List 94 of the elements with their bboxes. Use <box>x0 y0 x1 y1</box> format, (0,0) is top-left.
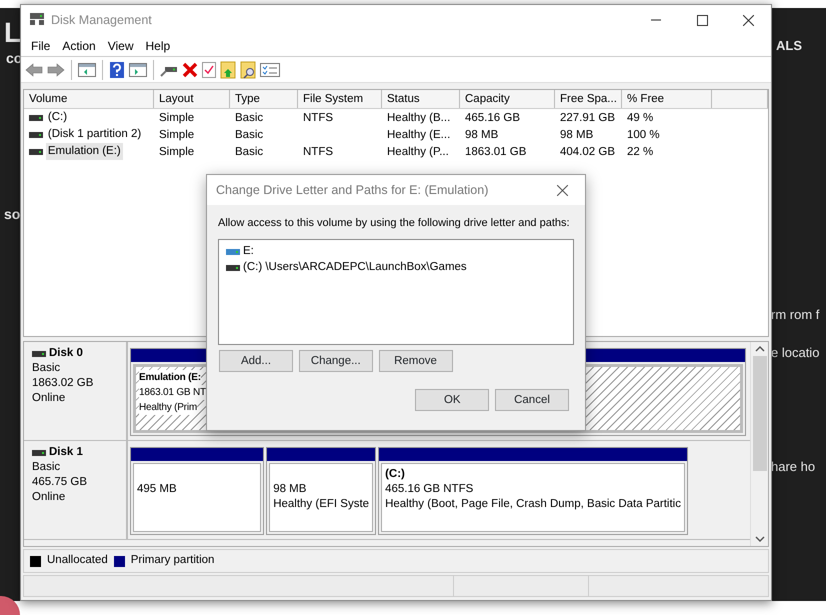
table-cell: Simple <box>159 112 194 124</box>
menu-item[interactable]: File <box>25 36 56 54</box>
table-cell[interactable]: (Disk 1 partition 2) <box>46 126 144 144</box>
table-cell: Basic <box>235 146 264 158</box>
column-header[interactable]: Free Spa... <box>555 90 622 108</box>
legend-label: Unallocated <box>47 553 108 568</box>
window-title: Disk Management <box>51 12 152 29</box>
table-cell[interactable]: Emulation (E:) <box>46 142 123 160</box>
background-text: L <box>4 16 22 50</box>
column-header[interactable]: Volume <box>24 90 154 108</box>
dialog-title: Change Drive Letter and Paths for E: (Emulation) <box>216 182 490 199</box>
prompt-text: Allow access to this volume by using the following drive letter and paths: <box>218 216 571 231</box>
column-header[interactable]: Status <box>382 90 460 108</box>
column-header[interactable]: Layout <box>154 90 230 108</box>
dialog-button[interactable]: Remove <box>378 350 452 372</box>
background-text: ALS <box>776 37 802 55</box>
table-cell: 100 % <box>627 129 660 141</box>
column-header[interactable]: File System <box>298 90 382 108</box>
table-cell: NTFS <box>303 146 334 158</box>
partition-text: Healthy (Prim <box>139 400 197 415</box>
app-icon <box>29 12 45 26</box>
disk-info-text: Online <box>32 391 66 406</box>
disk-info-text: 465.75 GB <box>32 475 88 490</box>
table-cell: 465.16 GB <box>465 112 520 124</box>
path-list[interactable]: E: (C:) \Users\ARCADEPC\LaunchBox\Games <box>218 238 574 344</box>
background-text: hare ho <box>771 458 816 476</box>
drive-icon <box>32 448 46 456</box>
checkmark-icon[interactable] <box>202 62 216 78</box>
panel-icon[interactable] <box>129 62 147 78</box>
dialog-button[interactable]: Add... <box>219 350 293 372</box>
close-icon[interactable] <box>556 184 568 196</box>
table-cell: Healthy (E... <box>387 129 450 141</box>
column-header[interactable]: Type <box>230 90 298 108</box>
partition-text: 465.16 GB NTFS <box>385 483 474 495</box>
table-cell: 227.91 GB <box>560 112 615 124</box>
disk-info-text: Basic <box>32 460 62 475</box>
partition-text: 98 MB <box>273 483 306 495</box>
partition[interactable]: 98 MB Healthy (EFI Syste <box>269 463 374 532</box>
table-cell: Basic <box>235 112 264 124</box>
checklist-icon[interactable] <box>260 62 280 78</box>
background-text: rm rom f <box>771 306 820 324</box>
table-cell: 22 % <box>627 146 654 158</box>
folder-up-icon[interactable] <box>220 60 236 78</box>
path-entry[interactable]: (C:) \Users\ARCADEPC\LaunchBox\Games <box>243 258 467 276</box>
partition-text: 495 MB <box>137 483 177 495</box>
menu-item[interactable]: Action <box>56 36 102 54</box>
partition[interactable]: (C:) 465.16 GB NTFS Healthy (Boot, Page File, Crash Dump, Basic Data Partitic <box>381 463 685 532</box>
search-icon[interactable] <box>240 60 256 78</box>
table-cell[interactable]: (C:) <box>46 108 70 126</box>
column-header[interactable]: Capacity <box>460 90 555 108</box>
dialog-button[interactable]: Cancel <box>495 389 569 412</box>
disk-info-text: Online <box>32 490 66 505</box>
table-cell: Simple <box>159 129 194 141</box>
disk-info-text: Basic <box>32 361 62 376</box>
panel-icon[interactable] <box>78 62 96 78</box>
table-cell: NTFS <box>303 112 334 124</box>
help-icon[interactable] <box>109 60 125 78</box>
close-icon[interactable] <box>742 14 754 26</box>
table-cell: Healthy (B... <box>387 112 450 124</box>
drive-icon <box>29 148 43 156</box>
scrollbar[interactable] <box>750 342 768 546</box>
disk-info-text: 1863.02 GB <box>32 376 94 391</box>
drive-icon <box>29 114 43 122</box>
path-entry[interactable]: E: <box>243 242 254 260</box>
table-cell: 404.02 GB <box>560 146 615 158</box>
drive-icon <box>32 350 46 358</box>
partition-title: Emulation (E: <box>139 370 201 385</box>
table-cell: Basic <box>235 129 264 141</box>
legend-label: Primary partition <box>130 553 214 568</box>
table-cell: 98 MB <box>465 129 498 141</box>
disk-name: Disk 1 <box>49 445 83 460</box>
partition[interactable]: 495 MB <box>133 463 262 532</box>
partition-text: 1863.01 GB NT <box>139 385 206 400</box>
delete-icon[interactable] <box>182 62 198 78</box>
disk-name: Disk 0 <box>49 346 83 361</box>
menu-item[interactable]: View <box>102 36 140 54</box>
drive-icon <box>226 264 240 272</box>
drive-icon <box>29 130 43 138</box>
partition-text: Healthy (EFI Syste <box>273 498 370 510</box>
menu-item[interactable]: Help <box>140 36 176 54</box>
partition-text: Healthy (Boot, Page File, Crash Dump, Basic Data Partitic <box>385 498 681 510</box>
table-cell: 98 MB <box>560 129 594 141</box>
background-text: so <box>4 205 20 224</box>
maximize-icon[interactable] <box>696 14 708 26</box>
dialog-button[interactable]: OK <box>415 389 490 412</box>
table-cell: Simple <box>159 146 194 158</box>
dialog-button[interactable]: Change... <box>298 350 373 372</box>
column-header[interactable]: % Free <box>622 90 712 108</box>
drive-icon <box>226 248 240 256</box>
partition-title: (C:) <box>385 468 405 480</box>
minimize-icon[interactable] <box>650 19 662 21</box>
table-cell: 49 % <box>627 112 654 124</box>
table-cell: 1863.01 GB <box>465 146 526 158</box>
table-cell: Healthy (P... <box>387 146 449 158</box>
